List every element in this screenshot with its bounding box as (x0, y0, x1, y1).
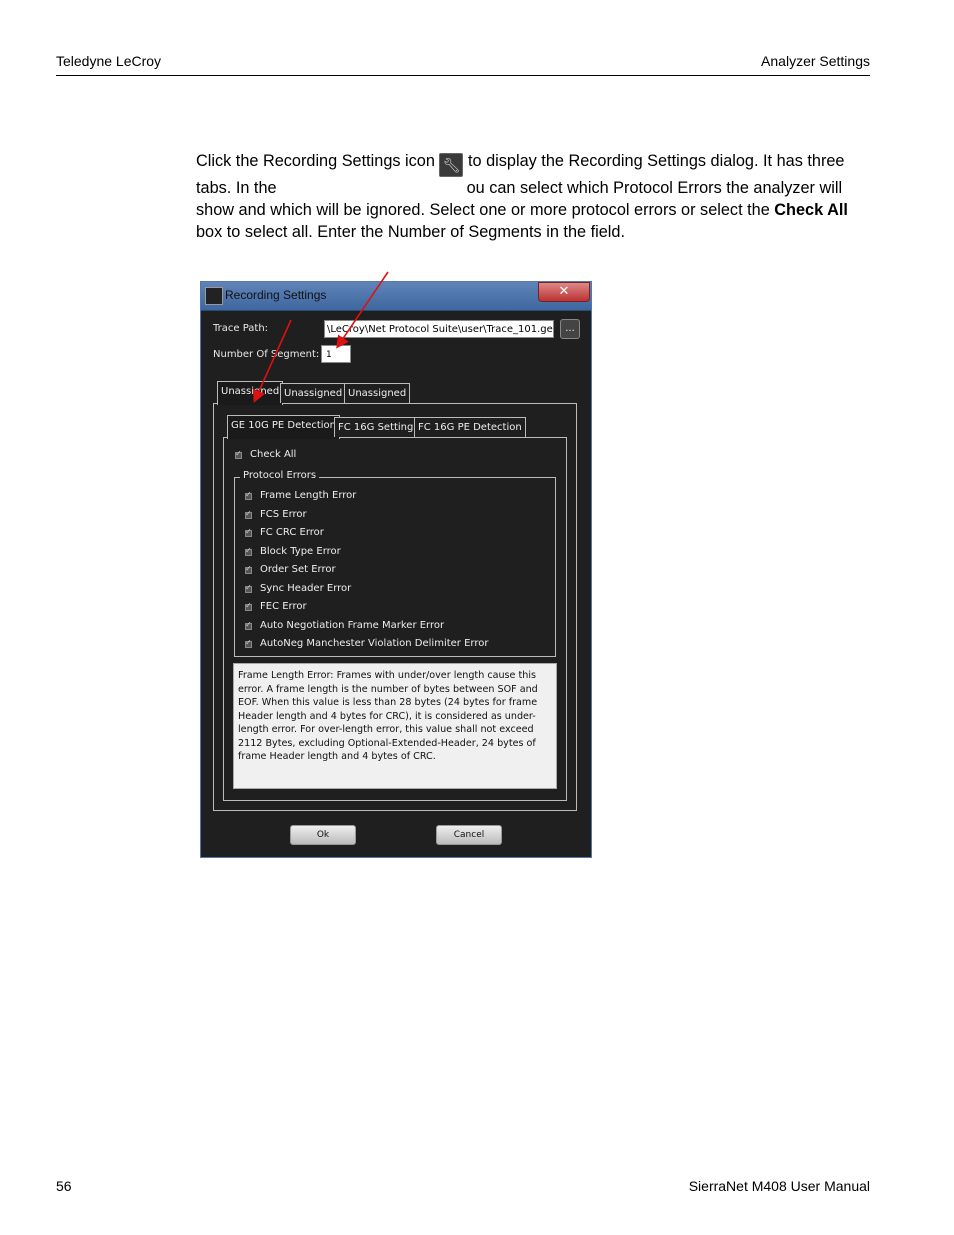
error-label: Frame Length Error (260, 490, 357, 501)
segment-label: Number Of Segment: (213, 349, 320, 360)
dialog-title-bar[interactable]: Recording Settings ✕ (201, 282, 591, 311)
para-part1: Click the Recording Settings icon (196, 152, 435, 170)
tab-unassigned-2[interactable]: Unassigned (280, 383, 347, 403)
error-checkbox[interactable] (245, 583, 252, 593)
error-label: Auto Negotiation Frame Marker Error (260, 619, 445, 631)
browse-button[interactable]: ... (560, 319, 580, 339)
error-description: Frame Length Error: Frames with under/ov… (233, 663, 557, 789)
manual-title: SierraNet M408 User Manual (688, 1178, 870, 1194)
error-checkbox[interactable] (245, 490, 252, 500)
recording-settings-dialog: Recording Settings ✕ Trace Path: \LeCroy… (200, 281, 592, 858)
error-label: Sync Header Error (260, 582, 352, 594)
trace-path-input[interactable]: \LeCroy\Net Protocol Suite\user\Trace_10… (324, 320, 554, 338)
trace-path-label: Trace Path: (213, 323, 269, 334)
error-label: FEC Error (260, 601, 307, 612)
header-right: Analyzer Settings (761, 53, 870, 69)
error-checkbox[interactable] (245, 527, 252, 537)
check-all-label: Check All (250, 449, 297, 460)
error-label: FCS Error (260, 508, 307, 520)
ok-button[interactable]: Ok (290, 825, 356, 845)
header-left: Teledyne LeCroy (56, 53, 162, 69)
error-label: AutoNeg Manchester Violation Delimiter E… (260, 638, 489, 649)
check-all-checkbox[interactable] (235, 449, 242, 459)
wrench-icon: 🔧︎ (439, 153, 464, 177)
tab-unassigned-3[interactable]: Unassigned (344, 383, 411, 403)
error-checkbox[interactable] (245, 601, 252, 611)
header-rule (56, 75, 870, 76)
error-label: Order Set Error (260, 564, 336, 575)
page-number: 56 (56, 1178, 72, 1194)
protocol-errors-title: Protocol Errors (240, 470, 320, 481)
para-part4: box to select all. Enter the Number of S… (196, 223, 625, 241)
error-label: Block Type Error (260, 545, 341, 557)
tab-ge-10g-pe-detection[interactable]: GE 10G PE Detection (227, 415, 341, 439)
error-checkbox[interactable] (245, 546, 252, 556)
dialog-title: Recording Settings (225, 288, 327, 302)
segment-input[interactable]: 1 (321, 345, 351, 363)
error-checkbox[interactable] (245, 638, 252, 648)
close-button[interactable]: ✕ (538, 282, 590, 302)
cancel-button[interactable]: Cancel (436, 825, 502, 845)
error-checkbox[interactable] (245, 564, 252, 574)
instruction-paragraph: Click the Recording Settings icon 🔧︎ to … (196, 150, 872, 243)
error-checkbox[interactable] (245, 620, 252, 630)
tab-unassigned-1[interactable]: Unassigned (217, 381, 284, 405)
tab-fc-16g-setting[interactable]: FC 16G Setting (334, 417, 418, 437)
para-part3: ou can select which Protocol Errors the … (196, 179, 843, 219)
error-label: FC CRC Error (260, 527, 324, 538)
error-checkbox[interactable] (245, 509, 252, 519)
para-bold-check-all: Check All (774, 201, 848, 219)
tab-fc-16g-pe-detection[interactable]: FC 16G PE Detection (414, 417, 526, 437)
app-icon (205, 287, 223, 305)
